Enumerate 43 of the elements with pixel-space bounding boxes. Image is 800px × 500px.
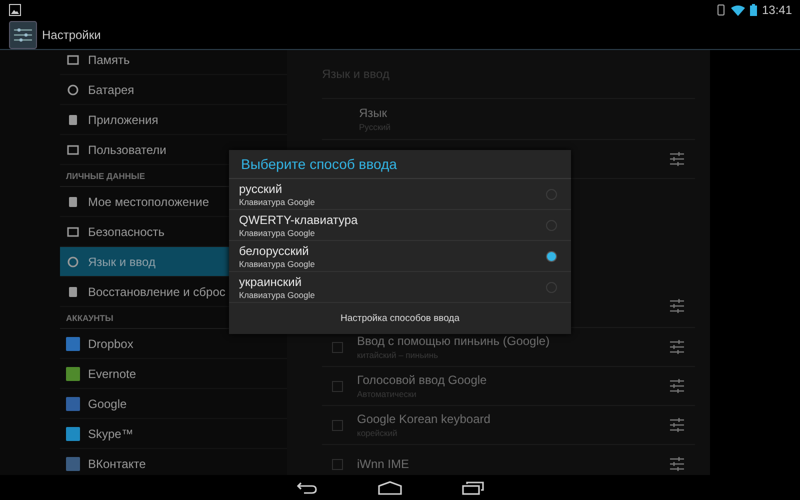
input-method-option[interactable]: белорусский Клавиатура Google xyxy=(229,241,571,272)
back-icon[interactable] xyxy=(296,480,318,494)
settings-icon[interactable] xyxy=(669,339,685,355)
sidebar-item[interactable]: Google xyxy=(60,389,287,419)
settings-app-icon[interactable] xyxy=(9,20,37,48)
settings-icon[interactable] xyxy=(669,151,685,167)
checkbox[interactable] xyxy=(332,458,343,470)
method-name: Google Korean keyboard xyxy=(357,412,492,426)
checkbox[interactable] xyxy=(332,380,343,392)
wifi-icon xyxy=(730,4,745,16)
setting-icon xyxy=(66,284,80,298)
setting-icon xyxy=(66,112,80,126)
rotation-icon xyxy=(716,4,726,16)
configure-input-methods-button[interactable]: Настройка способов ввода xyxy=(229,303,571,334)
sidebar-item[interactable]: Приложения xyxy=(60,105,287,135)
sidebar-item[interactable]: Evernote xyxy=(60,359,287,389)
home-icon[interactable] xyxy=(378,480,402,494)
sidebar-item[interactable]: Память xyxy=(60,50,287,75)
battery-icon xyxy=(750,4,757,16)
sidebar-item[interactable]: Skype™ xyxy=(60,419,287,449)
settings-icon[interactable] xyxy=(669,378,685,394)
dialog-title: Выберите способ ввода xyxy=(229,150,571,179)
setting-icon xyxy=(66,142,80,156)
settings-icon[interactable] xyxy=(669,417,685,433)
radio-button[interactable] xyxy=(546,250,557,262)
settings-icon[interactable] xyxy=(669,456,685,472)
settings-icon[interactable] xyxy=(669,298,685,314)
gallery-icon xyxy=(9,4,21,16)
method-name: iWnn IME xyxy=(357,457,410,471)
setting-icon xyxy=(66,254,80,268)
checkbox[interactable] xyxy=(332,342,343,352)
clock: 13:41 xyxy=(762,3,792,17)
method-name: Голосовой ввод Google xyxy=(357,373,488,387)
input-method-option[interactable]: QWERTY-клавиатура Клавиатура Google xyxy=(229,210,571,241)
setting-icon xyxy=(66,82,80,96)
checkbox[interactable] xyxy=(332,420,343,430)
method-name: Ввод с помощью пиньинь (Google) xyxy=(357,334,551,348)
recents-icon[interactable] xyxy=(462,480,484,494)
setting-icon xyxy=(66,224,80,238)
setting-icon xyxy=(66,194,80,208)
app-title: Настройки xyxy=(42,28,101,42)
input-method-option[interactable]: русский Клавиатура Google xyxy=(229,179,571,210)
setting-icon xyxy=(66,52,80,66)
